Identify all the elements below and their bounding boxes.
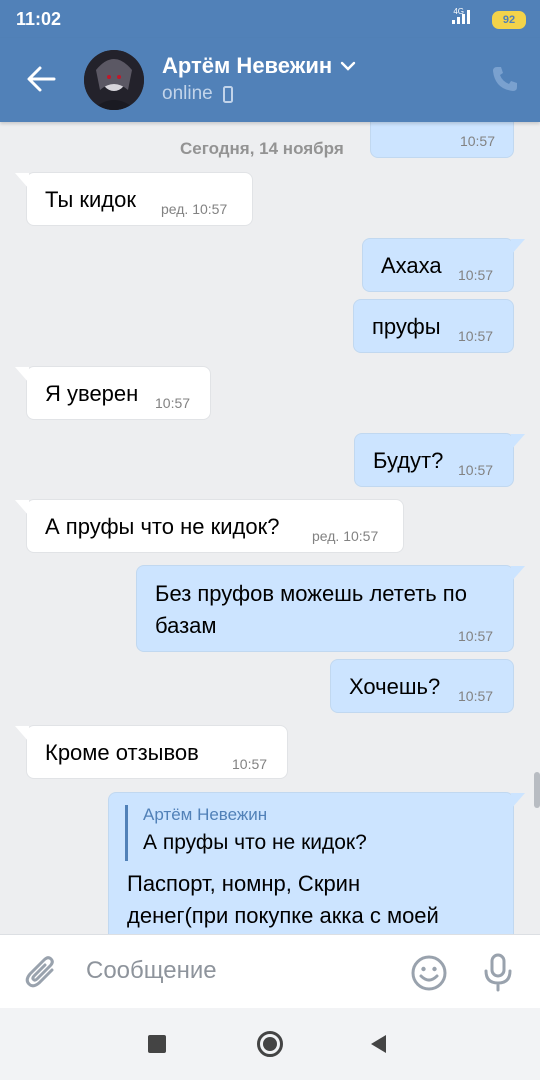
contact-name[interactable]: Артём Невежин xyxy=(162,53,356,79)
message-bubble-outgoing[interactable]: пруфы 10:57 xyxy=(353,299,514,353)
contact-name-text: Артём Невежин xyxy=(162,53,333,78)
back-arrow-icon[interactable] xyxy=(24,62,58,96)
signal-icon xyxy=(452,10,470,24)
message-bubble-incoming[interactable]: Кроме отзывов 10:57 xyxy=(15,725,288,779)
message-time: ред. 10:57 xyxy=(312,528,379,544)
message-bubble-outgoing[interactable]: Хочешь? 10:57 xyxy=(330,659,514,713)
back-button[interactable] xyxy=(368,1033,388,1055)
message-time: 10:57 xyxy=(458,688,494,704)
bubble-tail xyxy=(511,793,525,809)
message-bubble-outgoing[interactable]: Ахаха 10:57 xyxy=(362,238,525,292)
avatar[interactable] xyxy=(84,50,144,110)
date-separator: Сегодня, 14 ноября xyxy=(180,139,344,158)
bubble-tail xyxy=(15,367,29,383)
bubble-tail xyxy=(15,500,29,516)
message-text: А пруфы что не кидок? xyxy=(45,514,280,539)
status-bar: 11:02 4G 92 xyxy=(0,0,540,38)
message-time: 10:57 xyxy=(458,328,494,344)
message-time: 10:57 xyxy=(459,133,495,149)
battery-icon: 92 xyxy=(492,11,526,29)
partial-message-bubble[interactable]: 10:57 xyxy=(370,122,514,158)
message-bubble-outgoing-reply[interactable]: Артём Невежин А пруфы что не кидок? Пасп… xyxy=(108,792,525,934)
message-text-line: денег(при покупке акка с моей xyxy=(127,903,439,928)
bubble-tail xyxy=(15,726,29,742)
reply-quote-text: А пруфы что не кидок? xyxy=(143,831,367,854)
microphone-icon[interactable] xyxy=(481,952,515,992)
message-bubble-incoming[interactable]: Ты кидок ред. 10:57 xyxy=(15,172,253,226)
message-time: 10:57 xyxy=(458,462,494,478)
emoji-icon[interactable] xyxy=(410,954,448,992)
message-bubble-outgoing[interactable]: Будут? 10:57 xyxy=(354,433,525,487)
message-text: Я уверен xyxy=(45,381,139,406)
online-status-text: online xyxy=(162,83,213,104)
message-composer: Сообщение xyxy=(0,934,540,1009)
message-bubble-incoming[interactable]: А пруфы что не кидок? ред. 10:57 xyxy=(15,499,404,553)
message-text: Ахаха xyxy=(381,253,442,278)
message-text-line: Без пруфов можешь лететь по xyxy=(155,581,467,606)
home-button[interactable] xyxy=(256,1030,284,1058)
phone-call-icon[interactable] xyxy=(490,64,520,94)
mobile-device-icon xyxy=(222,85,233,103)
contact-status: online xyxy=(162,83,233,105)
bubble-tail xyxy=(15,173,29,189)
bubble-tail xyxy=(511,239,525,255)
clock: 11:02 xyxy=(16,9,62,29)
scrollbar-thumb[interactable] xyxy=(534,772,540,808)
message-text: Хочешь? xyxy=(349,674,441,699)
reply-quote-bar xyxy=(125,805,128,861)
message-time: 10:57 xyxy=(458,267,494,283)
message-text-line: Паспорт, номнр, Скрин xyxy=(127,871,361,896)
message-time: 10:57 xyxy=(155,395,191,411)
message-input[interactable]: Сообщение xyxy=(86,957,217,985)
recents-button[interactable] xyxy=(148,1035,166,1053)
message-bubble-outgoing[interactable]: Без пруфов можешь лететь по базам 10:57 xyxy=(136,565,525,652)
message-bubble-incoming[interactable]: Я уверен 10:57 xyxy=(15,366,211,420)
message-text: Ты кидок xyxy=(45,187,137,212)
paperclip-icon[interactable] xyxy=(24,953,60,991)
bubble-tail xyxy=(511,434,525,450)
message-time: 10:57 xyxy=(458,628,494,644)
message-text: пруфы xyxy=(372,314,441,339)
message-text: Кроме отзывов xyxy=(45,740,199,765)
message-time: ред. 10:57 xyxy=(161,201,228,217)
message-text: Будут? xyxy=(373,448,444,473)
message-list[interactable]: 10:57 Сегодня, 14 ноября Ты кидок ред. 1… xyxy=(0,122,540,934)
chat-header: Артём Невежин online xyxy=(0,38,540,122)
reply-author: Артём Невежин xyxy=(143,805,268,824)
bubble-tail xyxy=(511,566,525,582)
chevron-down-icon xyxy=(340,61,356,71)
message-time: 10:57 xyxy=(232,756,268,772)
message-text-line: базам xyxy=(155,613,217,638)
android-nav-bar xyxy=(0,1008,540,1080)
